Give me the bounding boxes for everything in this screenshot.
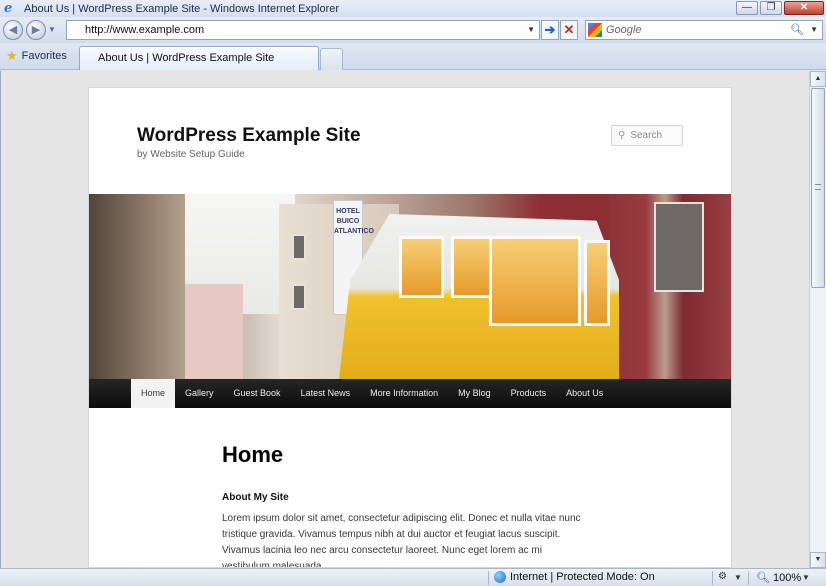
page-heading: Home xyxy=(222,442,284,467)
favorites-label: Favorites xyxy=(21,50,67,62)
google-icon xyxy=(588,23,602,37)
history-dropdown-icon[interactable]: ▼ xyxy=(48,25,56,34)
tab-active[interactable]: About Us | WordPress Example Site xyxy=(79,46,319,70)
browser-search-box[interactable]: Google 🔍︎ ▼ xyxy=(585,20,823,40)
address-bar[interactable]: http://www.example.com ▼ xyxy=(66,20,540,40)
zoom-level: 100% xyxy=(772,571,802,584)
section-heading: About My Site xyxy=(222,492,289,503)
globe-icon xyxy=(494,571,506,583)
scroll-up-button[interactable]: ▲ xyxy=(810,71,826,87)
protected-mode-icon[interactable]: ⚙ xyxy=(718,571,727,582)
header-image: HOTEL BUICO ATLANTICO xyxy=(89,194,731,379)
zoom-icon: 🔍︎ xyxy=(756,572,770,584)
scroll-grip-icon xyxy=(815,184,821,190)
status-bar: Internet | Protected Mode: On ⚙ ▼ 🔍︎ 100… xyxy=(0,568,826,586)
site-description: by Website Setup Guide xyxy=(137,149,245,160)
browser-search-input[interactable]: Google xyxy=(606,24,641,36)
zoom-control[interactable]: 🔍︎ 100% xyxy=(756,571,802,585)
stop-button[interactable]: ✕ xyxy=(560,20,578,40)
menu-item-guest-book[interactable]: Guest Book xyxy=(224,379,291,408)
scroll-down-button[interactable]: ▼ xyxy=(810,552,826,568)
favorites-button[interactable]: ★ Favorites xyxy=(6,48,67,64)
header-building-left xyxy=(89,194,187,379)
go-button[interactable]: ➔ xyxy=(541,20,559,40)
tram-window xyxy=(489,236,581,326)
menu-item-home[interactable]: Home xyxy=(131,379,176,408)
minimize-button[interactable]: — xyxy=(736,1,758,15)
wordpress-page: WordPress Example Site by Website Setup … xyxy=(88,87,732,568)
forward-button[interactable]: ▶ xyxy=(26,20,46,40)
header-window xyxy=(654,202,704,292)
menu-item-about-us[interactable]: About Us xyxy=(556,379,613,408)
security-zone[interactable]: Internet | Protected Mode: On xyxy=(494,571,655,583)
site-title[interactable]: WordPress Example Site xyxy=(137,125,361,147)
menu-item-latest-news[interactable]: Latest News xyxy=(291,379,361,408)
page-viewport: WordPress Example Site by Website Setup … xyxy=(0,71,809,568)
site-nav-menu: Home Gallery Guest Book Latest News More… xyxy=(89,379,731,408)
page-content: Home About My Site Lorem ipsum dolor sit… xyxy=(222,418,582,568)
close-button[interactable]: ✕ xyxy=(784,1,824,15)
body-paragraph: Lorem ipsum dolor sit amet, consectetur … xyxy=(222,513,581,568)
window-title: About Us | WordPress Example Site - Wind… xyxy=(24,2,340,15)
new-tab-button[interactable] xyxy=(320,48,343,70)
restore-button[interactable]: ❐ xyxy=(760,1,782,15)
scroll-thumb[interactable] xyxy=(811,88,825,288)
status-separator xyxy=(748,571,749,585)
tram-window xyxy=(584,240,610,326)
window-controls: — ❐ ✕ xyxy=(736,1,824,15)
window-title-bar: e About Us | WordPress Example Site - Wi… xyxy=(0,0,826,17)
star-icon: ★ xyxy=(6,48,18,63)
tram-window xyxy=(451,236,493,298)
menu-item-products[interactable]: Products xyxy=(501,379,557,408)
menu-item-more-information[interactable]: More Information xyxy=(360,379,448,408)
back-button[interactable]: ◀ xyxy=(3,20,23,40)
header-window xyxy=(292,234,306,260)
search-icon: ⚲ xyxy=(618,130,626,141)
menu-item-gallery[interactable]: Gallery xyxy=(175,379,224,408)
status-separator xyxy=(488,571,489,585)
search-dropdown-icon[interactable]: ▼ xyxy=(810,25,818,34)
address-url[interactable]: http://www.example.com xyxy=(67,24,204,36)
menu-item-my-blog[interactable]: My Blog xyxy=(448,379,501,408)
header-pink-building xyxy=(185,284,243,379)
tab-bar: ★ Favorites About Us | WordPress Example… xyxy=(0,43,826,70)
site-search-placeholder: Search xyxy=(630,130,663,141)
header-window xyxy=(292,284,306,310)
zoom-dropdown-icon[interactable]: ▼ xyxy=(802,573,810,582)
navigation-bar: ◀ ▶ ▼ http://www.example.com ▼ ➔ ✕ Googl… xyxy=(0,17,826,43)
ie-logo-icon: e xyxy=(4,0,13,16)
address-dropdown-icon[interactable]: ▼ xyxy=(527,25,535,34)
security-zone-text: Internet | Protected Mode: On xyxy=(510,571,655,583)
status-separator xyxy=(712,571,713,585)
site-search-input[interactable]: ⚲ Search xyxy=(611,125,683,146)
vertical-scrollbar[interactable]: ▲ ▼ xyxy=(809,71,826,568)
status-dropdown-icon[interactable]: ▼ xyxy=(734,573,742,582)
search-icon[interactable]: 🔍︎ xyxy=(790,23,804,36)
tram-window xyxy=(399,236,444,298)
